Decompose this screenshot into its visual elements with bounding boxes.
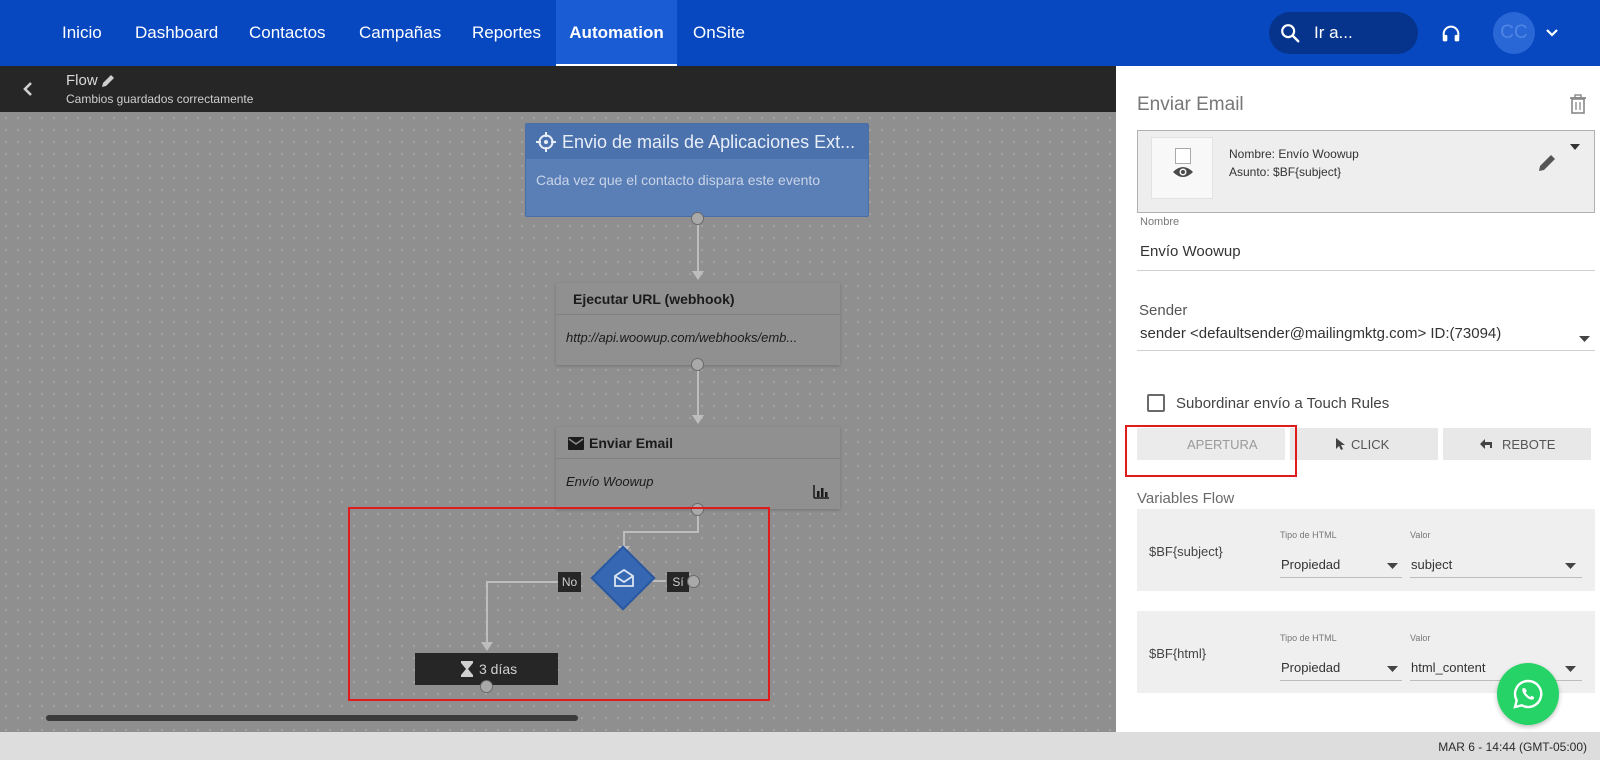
webhook-node[interactable]: Ejecutar URL (webhook) http://api.woowup… (556, 283, 840, 365)
send-email-node-header: Enviar Email (556, 427, 840, 459)
back-arrow-icon[interactable] (20, 80, 36, 98)
properties-panel: Enviar Email Nombre: Envío Woowup Asunto… (1116, 66, 1600, 732)
variables-flow-title: Variables Flow (1137, 490, 1235, 507)
caret-down-icon[interactable] (1579, 336, 1590, 342)
rebote-button[interactable]: REBOTE (1443, 428, 1591, 460)
top-navigation-bar: Inicio Dashboard Contactos Campañas Repo… (0, 0, 1600, 66)
template-thumbnail[interactable] (1151, 137, 1213, 199)
value-select-underline (1410, 577, 1582, 578)
nav-item-onsite[interactable]: OnSite (693, 0, 745, 66)
horizontal-scrollbar[interactable] (46, 715, 578, 721)
nav-item-campanas[interactable]: Campañas (359, 0, 441, 66)
click-label: CLICK (1351, 437, 1390, 452)
template-subject: Asunto: $BF{subject} (1229, 165, 1342, 179)
type-label: Tipo de HTML (1280, 633, 1337, 643)
type-select[interactable]: Propiedad (1281, 557, 1340, 572)
type-select-underline (1280, 577, 1402, 578)
highlight-box (348, 507, 770, 701)
caret-down-icon[interactable] (1565, 563, 1576, 569)
sender-select[interactable]: sender <defaultsender@mailingmktg.com> I… (1140, 325, 1501, 342)
avatar[interactable]: CC (1493, 12, 1535, 54)
template-name: Nombre: Envío Woowup (1229, 147, 1359, 161)
broken-image-icon (1175, 148, 1191, 164)
type-label: Tipo de HTML (1280, 530, 1337, 540)
trigger-node-title: Envio de mails de Aplicaciones Ext... (562, 132, 856, 152)
webhook-node-title: Ejecutar URL (webhook) (573, 291, 735, 307)
connector-port[interactable] (691, 212, 704, 225)
eye-icon[interactable] (1172, 164, 1194, 180)
panel-title: Enviar Email (1137, 94, 1244, 115)
touch-rules-checkbox[interactable] (1147, 394, 1165, 412)
type-select[interactable]: Propiedad (1281, 660, 1340, 675)
headset-icon[interactable] (1440, 23, 1462, 45)
caret-down-icon[interactable] (1387, 563, 1398, 569)
caret-down-icon[interactable] (1387, 666, 1398, 672)
send-email-node[interactable]: Enviar Email Envío Woowup (556, 427, 840, 509)
variable-name: $BF{html} (1149, 646, 1207, 661)
status-bar: MAR 6 - 14:44 (GMT-05:00) (0, 732, 1600, 760)
whatsapp-button[interactable] (1497, 663, 1559, 725)
flow-header-bar: Flow Cambios guardados correctamente (0, 66, 1116, 112)
nombre-underline (1137, 270, 1595, 271)
trigger-node[interactable]: Envio de mails de Aplicaciones Ext... Ca… (525, 123, 869, 217)
nombre-label: Nombre (1140, 216, 1180, 228)
save-status: Cambios guardados correctamente (66, 92, 254, 106)
webhook-node-header: Ejecutar URL (webhook) (556, 283, 840, 315)
sender-label: Sender (1139, 302, 1188, 319)
trigger-node-description: Cada vez que el contacto dispara este ev… (536, 172, 821, 188)
value-label: Valor (1410, 633, 1431, 643)
status-datetime: MAR 6 - 14:44 (GMT-05:00) (1438, 740, 1587, 754)
email-template-card[interactable]: Nombre: Envío Woowup Asunto: $BF{subject… (1137, 130, 1595, 213)
search-label: Ir a... (1314, 23, 1353, 42)
value-select[interactable]: html_content (1411, 660, 1485, 675)
nombre-input[interactable]: Envío Woowup (1140, 243, 1241, 260)
trigger-node-header: Envio de mails de Aplicaciones Ext... (526, 124, 868, 159)
search-box[interactable]: Ir a... (1269, 12, 1418, 54)
variable-name: $BF{subject} (1149, 544, 1223, 559)
nav-item-dashboard[interactable]: Dashboard (135, 0, 218, 66)
nav-item-automation[interactable]: Automation (556, 0, 677, 66)
trash-icon[interactable] (1569, 94, 1587, 114)
send-email-node-body: Envío Woowup (566, 474, 654, 489)
highlight-box (1125, 425, 1297, 477)
flow-canvas[interactable]: Envio de mails de Aplicaciones Ext... Ca… (0, 112, 1116, 732)
reply-icon (1480, 439, 1492, 449)
nav-item-reportes[interactable]: Reportes (472, 0, 541, 66)
caret-down-icon[interactable] (1570, 144, 1580, 150)
flow-title: Flow (66, 72, 98, 89)
type-select-underline (1280, 680, 1402, 681)
rebote-label: REBOTE (1502, 437, 1556, 452)
cursor-icon (1336, 438, 1345, 450)
touch-rules-label: Subordinar envío a Touch Rules (1176, 395, 1390, 412)
edit-pencil-icon[interactable] (1537, 153, 1557, 173)
envelope-icon (568, 437, 584, 450)
bar-chart-icon[interactable] (813, 485, 829, 499)
nav-item-inicio[interactable]: Inicio (62, 0, 102, 66)
edit-title-icon[interactable] (100, 73, 116, 89)
click-button[interactable]: CLICK (1290, 428, 1438, 460)
crosshair-icon (536, 132, 556, 152)
whatsapp-icon (1513, 679, 1543, 709)
value-label: Valor (1410, 530, 1431, 540)
caret-down-icon[interactable] (1565, 666, 1576, 672)
sender-underline (1137, 350, 1595, 351)
search-icon (1281, 24, 1300, 43)
webhook-node-url: http://api.woowup.com/webhooks/emb... (566, 330, 798, 345)
nav-item-contactos[interactable]: Contactos (249, 0, 326, 66)
value-select[interactable]: subject (1411, 557, 1452, 572)
connector-port[interactable] (691, 358, 704, 371)
send-email-node-title: Enviar Email (589, 435, 674, 451)
chevron-down-icon[interactable] (1545, 26, 1559, 40)
variable-row: $BF{subject} Tipo de HTML Propiedad Valo… (1137, 509, 1595, 591)
